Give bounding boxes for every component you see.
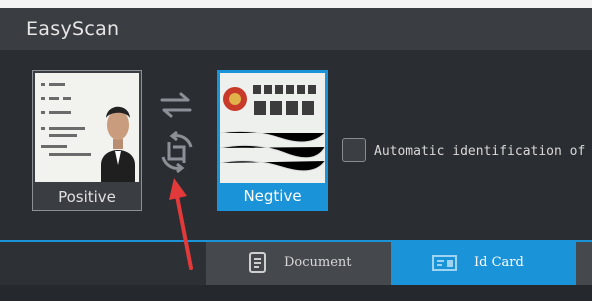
swap-icon[interactable] <box>158 92 194 122</box>
negative-card[interactable]: Negtive <box>217 70 328 211</box>
id-card-front-thumbnail <box>35 73 139 182</box>
app-title: EasyScan <box>26 18 120 40</box>
positive-card[interactable]: Positive <box>32 70 142 211</box>
id-card-icon <box>432 252 458 278</box>
top-strip <box>0 0 592 8</box>
tab-document[interactable]: Document <box>206 242 391 285</box>
negative-label: Negtive <box>243 187 302 205</box>
mode-tab-bar: Document Id Card <box>0 242 592 285</box>
footer-bar <box>0 285 592 301</box>
id-card-back-thumbnail <box>220 73 325 183</box>
tab-next-partial[interactable] <box>576 242 592 285</box>
scan-panel: Positive Negtive Automatic identificatio… <box>0 50 592 241</box>
auto-identify-checkbox[interactable] <box>342 138 366 162</box>
auto-identify-label: Automatic identification of <box>374 144 586 159</box>
tab-id-card-label: Id Card <box>474 255 524 270</box>
title-bar: EasyScan <box>0 8 592 50</box>
tab-document-label: Document <box>284 255 352 270</box>
tab-id-card[interactable]: Id Card <box>391 242 576 285</box>
positive-label: Positive <box>58 188 116 206</box>
annotation-arrow-icon <box>165 176 199 276</box>
rotate-icon[interactable] <box>155 130 199 178</box>
document-icon <box>248 252 268 278</box>
